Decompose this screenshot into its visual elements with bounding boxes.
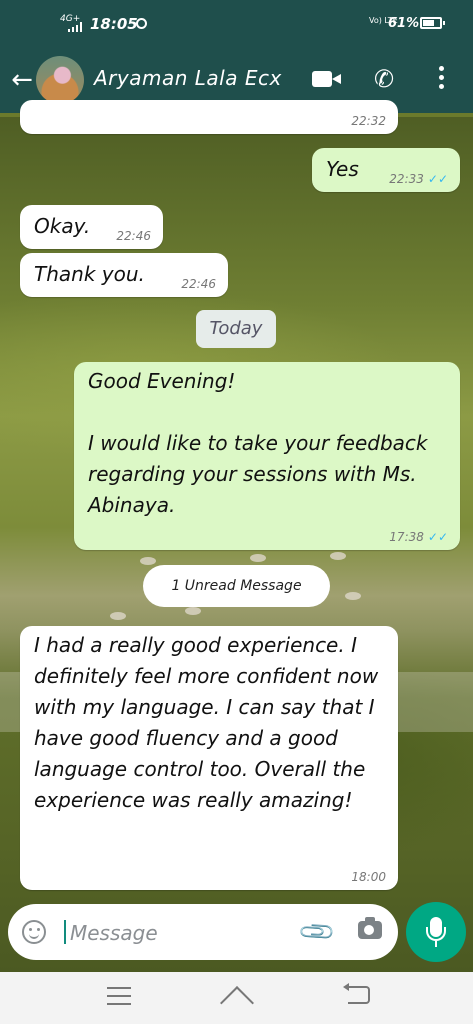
message-input[interactable] [68, 914, 292, 952]
home-icon[interactable] [222, 985, 252, 1007]
back-icon[interactable] [343, 983, 370, 1004]
message-text: I had a really good experience. I defini… [34, 633, 385, 812]
message-text: Okay. [34, 214, 91, 238]
read-ticks-icon: ✓✓ [427, 530, 448, 544]
unread-messages-banner: 1 Unread Message [143, 565, 330, 607]
date-chip: Today [196, 310, 276, 348]
back-arrow-icon[interactable]: ← [8, 66, 36, 94]
read-ticks-icon: ✓✓ [427, 172, 448, 186]
text-cursor [64, 920, 66, 944]
message-time: 22:33 [389, 172, 424, 186]
message-bubble-incoming[interactable]: 22:32 [20, 100, 398, 134]
wallpaper-sheep [110, 612, 126, 620]
message-composer: 📎 [8, 904, 398, 960]
wallpaper-sheep [250, 554, 266, 562]
contact-name[interactable]: Aryaman Lala Ecx [94, 66, 282, 90]
status-bar: 4G+ 18:05 Vo) LTE 61% [0, 0, 473, 48]
emoji-icon[interactable] [22, 920, 46, 944]
message-bubble-outgoing[interactable]: Good Evening! I would like to take your … [74, 362, 460, 550]
attachment-icon[interactable]: 📎 [296, 912, 337, 953]
message-meta: 22:33 ✓✓ [389, 172, 448, 186]
voice-record-button[interactable] [406, 902, 466, 962]
message-text: Good Evening! I would like to take your … [88, 369, 428, 517]
message-time: 22:46 [116, 229, 151, 243]
message-time: 22:32 [351, 114, 386, 128]
clock: 18:05 [90, 15, 138, 33]
message-time: 18:00 [351, 870, 386, 884]
avatar[interactable] [36, 56, 84, 104]
system-navigation-bar [0, 972, 473, 1024]
message-bubble-incoming[interactable]: I had a really good experience. I defini… [20, 626, 398, 890]
whatsapp-notification-icon [136, 18, 147, 29]
microphone-base [435, 941, 437, 947]
video-call-icon[interactable] [312, 71, 341, 87]
message-text: Yes [326, 157, 359, 181]
message-time: 17:38 [389, 530, 424, 544]
battery-percent: 61% [388, 16, 420, 31]
battery-icon [420, 17, 445, 29]
microphone-stand [426, 927, 446, 941]
recent-apps-icon[interactable] [107, 987, 131, 1005]
wallpaper-sheep [185, 607, 201, 615]
wallpaper-sheep [345, 592, 361, 600]
more-options-icon[interactable] [438, 66, 446, 92]
message-time: 22:46 [181, 277, 216, 291]
signal-icon [68, 22, 82, 32]
message-bubble-outgoing[interactable]: Yes 22:33 ✓✓ [312, 148, 460, 192]
message-text: Thank you. [34, 262, 145, 286]
wallpaper-sheep [140, 557, 156, 565]
message-bubble-incoming[interactable]: Okay. 22:46 [20, 205, 163, 249]
wallpaper-sheep [330, 552, 346, 560]
phone-call-icon[interactable]: ✆ [374, 66, 394, 92]
message-meta: 17:38 ✓✓ [389, 530, 448, 544]
message-bubble-incoming[interactable]: Thank you. 22:46 [20, 253, 228, 297]
camera-icon[interactable] [358, 917, 382, 939]
